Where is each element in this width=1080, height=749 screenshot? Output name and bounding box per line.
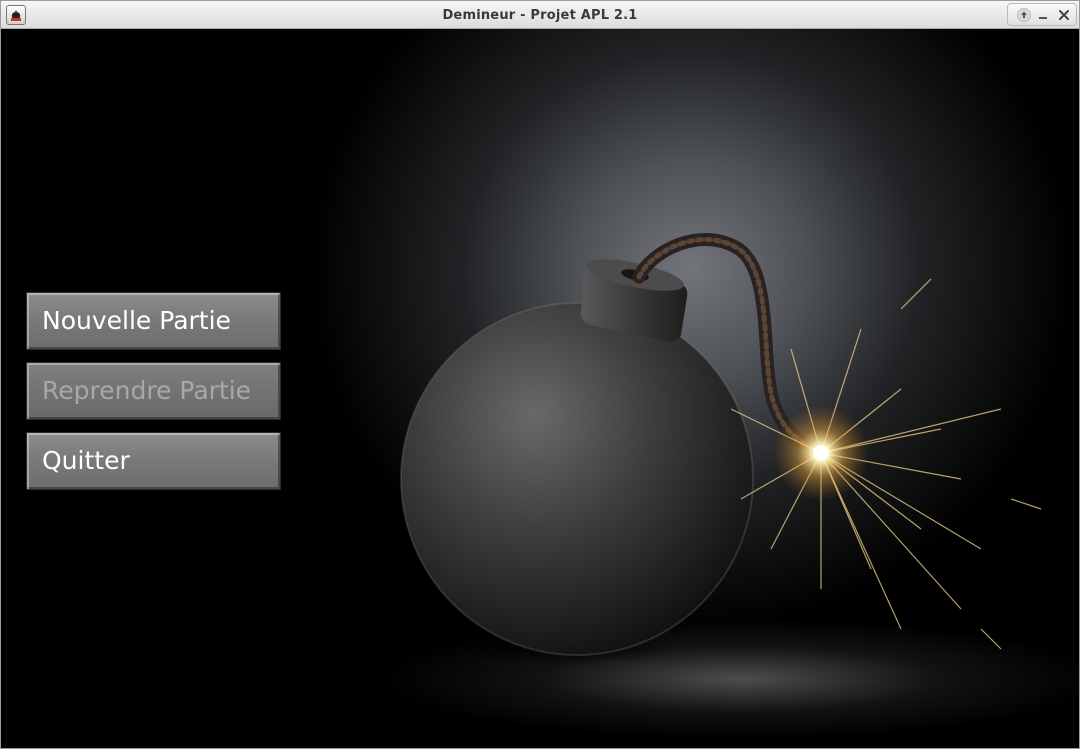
window-controls <box>1007 3 1077 26</box>
new-game-button[interactable]: Nouvelle Partie <box>26 292 281 350</box>
resume-game-button[interactable]: Reprendre Partie <box>26 362 281 420</box>
title-bar[interactable]: Demineur - Projet APL 2.1 <box>1 1 1079 29</box>
main-menu-panel: Nouvelle Partie Reprendre Partie Quitter <box>1 29 1079 748</box>
minimize-icon[interactable] <box>1035 7 1051 23</box>
close-icon[interactable] <box>1056 7 1072 23</box>
window-title: Demineur - Projet APL 2.1 <box>442 8 638 23</box>
arrow-up-icon[interactable] <box>1016 7 1032 23</box>
quit-button[interactable]: Quitter <box>26 432 281 490</box>
bomb-body <box>401 303 753 655</box>
application-window: Demineur - Projet APL 2.1 Nouvelle Parti… <box>0 0 1080 749</box>
